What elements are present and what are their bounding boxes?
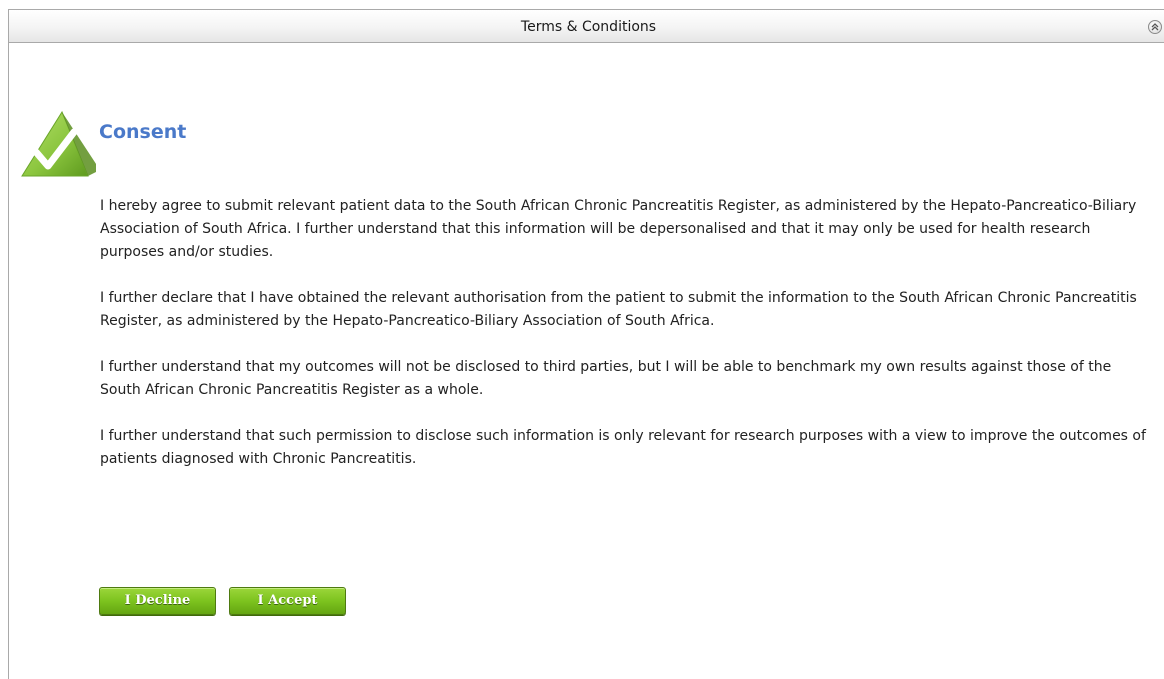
consent-paragraph: I further declare that I have obtained t… xyxy=(100,290,1137,329)
checkmark-triangle-icon xyxy=(14,108,100,180)
consent-paragraph: I hereby agree to submit relevant patien… xyxy=(100,198,1137,260)
panel-title: Terms & Conditions xyxy=(520,19,657,35)
consent-paragraph: I further understand that such permissio… xyxy=(100,428,1146,467)
consent-text: I hereby agree to submit relevant patien… xyxy=(100,195,1150,494)
accept-button[interactable]: I Accept xyxy=(229,587,346,615)
panel-header: Terms & Conditions xyxy=(9,10,1164,43)
double-chevron-up-icon[interactable] xyxy=(1148,20,1162,34)
consent-paragraph: I further understand that my outcomes wi… xyxy=(100,359,1112,398)
consent-heading: Consent xyxy=(99,121,187,143)
decline-button[interactable]: I Decline xyxy=(99,587,216,615)
